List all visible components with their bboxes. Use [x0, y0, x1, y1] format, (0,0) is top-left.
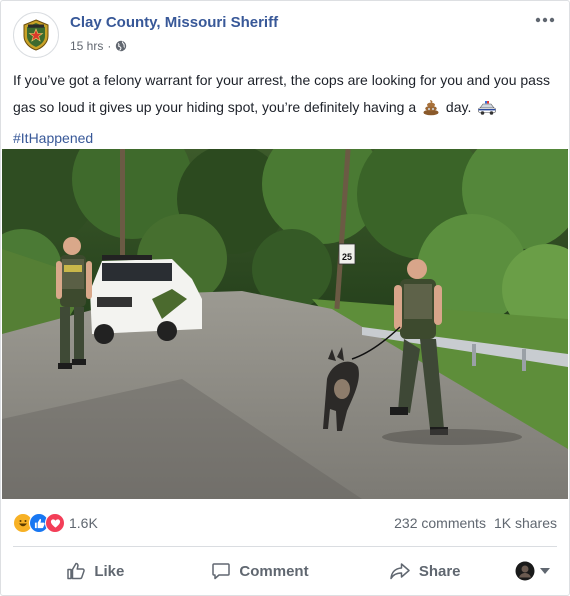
post-meta: 15 hrs ·	[70, 39, 127, 53]
post-stats: 1.6K 232 comments 1K shares	[13, 509, 557, 537]
share-arrow-icon	[390, 563, 410, 580]
actions-divider	[13, 546, 557, 547]
speed-limit-sign: 25	[342, 252, 352, 262]
photo-scene: 25	[2, 149, 568, 499]
comment-button[interactable]: Comment	[178, 561, 343, 581]
post-as-selector[interactable]	[507, 561, 557, 581]
share-label: Share	[418, 562, 461, 580]
page-avatar[interactable]	[13, 12, 59, 58]
more-options-button[interactable]	[533, 13, 557, 27]
sheriff-badge-logo	[23, 19, 49, 51]
post-card: Clay County, Missouri Sheriff 15 hrs · I…	[0, 0, 570, 596]
user-avatar-icon	[515, 561, 535, 581]
thumbs-up-icon	[67, 562, 86, 580]
page-name-link[interactable]: Clay County, Missouri Sheriff	[70, 14, 278, 31]
post-photo[interactable]: 25	[2, 149, 568, 499]
shares-count[interactable]: 1K shares	[494, 515, 557, 531]
meta-separator: ·	[107, 39, 112, 53]
share-button[interactable]: Share	[342, 561, 507, 581]
engagement-counts: 232 comments 1K shares	[394, 515, 557, 531]
reactions-count[interactable]: 1.6K	[69, 515, 98, 531]
post-text-part2: day.	[445, 99, 472, 115]
post-timestamp[interactable]: 15 hrs	[70, 39, 103, 53]
like-label: Like	[94, 562, 125, 580]
action-bar: Like Comment Share	[13, 553, 557, 589]
post-text: If you’ve got a felony warrant for your …	[13, 67, 558, 152]
more-dots-icon	[535, 17, 555, 23]
chevron-down-icon	[539, 568, 550, 574]
love-reaction-icon	[45, 513, 65, 533]
reactions-summary[interactable]: 1.6K	[13, 513, 98, 533]
reaction-icons	[13, 513, 65, 533]
police-car-emoji-icon	[477, 98, 497, 125]
comment-label: Comment	[239, 562, 309, 580]
like-button[interactable]: Like	[13, 561, 178, 581]
poop-emoji-icon	[422, 98, 440, 125]
globe-icon[interactable]	[115, 40, 127, 52]
comments-count[interactable]: 232 comments	[394, 515, 486, 531]
hashtag-link[interactable]: #ItHappened	[13, 130, 93, 146]
comment-bubble-icon	[212, 563, 231, 580]
